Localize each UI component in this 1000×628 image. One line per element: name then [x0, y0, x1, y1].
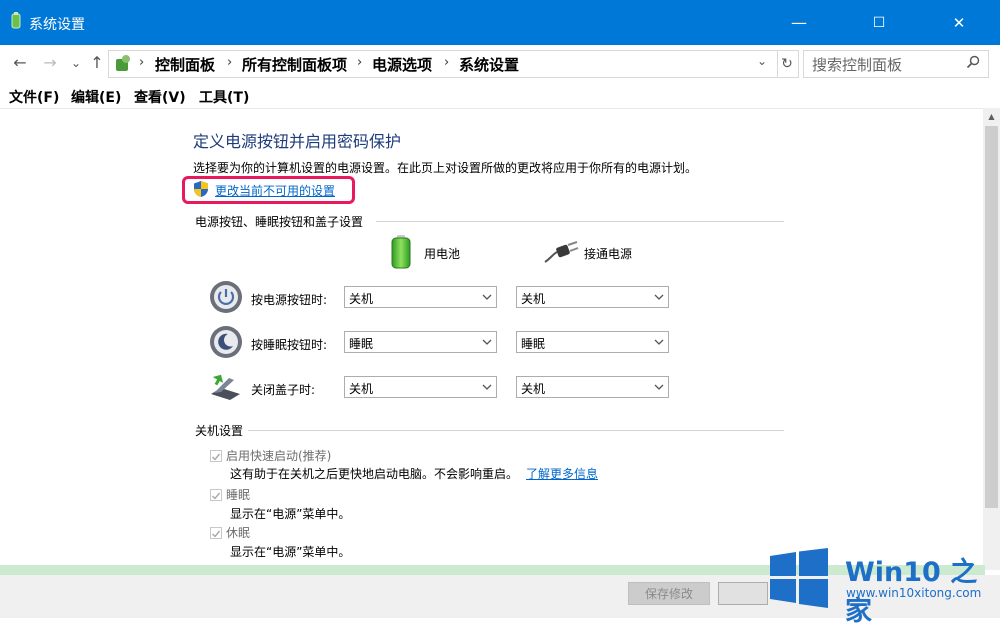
uac-shield-icon	[194, 181, 208, 197]
laptop-lid-icon	[211, 374, 240, 400]
scrollbar-thumb[interactable]	[985, 126, 998, 508]
battery-column-label: 用电池	[424, 247, 461, 261]
forward-button[interactable]: →	[40, 52, 60, 74]
fast-startup-label: 启用快速启动(推荐)	[226, 449, 332, 463]
select-value: 睡眠	[349, 337, 374, 351]
breadcrumb-all-items[interactable]: 所有控制面板项	[242, 54, 347, 75]
menu-view[interactable]: 查看(V)	[134, 87, 186, 107]
chevron-down-icon	[482, 339, 492, 345]
sleep-button-label: 按睡眠按钮时:	[251, 338, 328, 352]
status-band	[0, 565, 985, 575]
minimize-button[interactable]: —	[776, 0, 822, 45]
checkmark-icon	[212, 492, 221, 500]
arrow-right-icon: →	[43, 53, 57, 72]
power-button-label: 按电源按钮时:	[251, 293, 328, 307]
sleep-button-icon	[210, 326, 242, 358]
chevron-down-icon	[482, 294, 492, 300]
title-bar	[0, 0, 1000, 45]
breadcrumb-control-panel[interactable]: 控制面板	[155, 54, 215, 75]
sleep-option-description: 显示在“电源”菜单中。	[230, 507, 351, 521]
power-button-battery-select[interactable]: 关机	[344, 286, 497, 308]
breadcrumb-separator: ›	[357, 55, 363, 70]
sleep-button-plugged-select[interactable]: 睡眠	[516, 331, 669, 353]
page-description: 选择要为你的计算机设置的电源设置。在此页上对设置所做的更改将应用于你所有的电源计…	[193, 161, 698, 175]
close-button[interactable]: ✕	[936, 0, 982, 45]
select-value: 睡眠	[521, 337, 546, 351]
sleep-button-battery-select[interactable]: 睡眠	[344, 331, 497, 353]
select-value: 关机	[349, 292, 374, 306]
menu-tools[interactable]: 工具(T)	[199, 87, 249, 107]
chevron-down-icon	[654, 339, 664, 345]
section-divider	[248, 430, 784, 431]
window-title: 系统设置	[29, 17, 85, 33]
battery-icon	[391, 235, 411, 269]
chevron-down-icon: ⌄	[70, 56, 82, 70]
recent-locations-button[interactable]: ⌄	[66, 52, 86, 74]
breadcrumb-separator: ›	[227, 55, 233, 70]
address-dropdown-icon[interactable]: ⌄	[757, 54, 767, 68]
sleep-option-label: 睡眠	[226, 488, 251, 502]
section-shutdown-header: 关机设置	[195, 424, 244, 438]
checkmark-icon	[212, 530, 221, 538]
refresh-button[interactable]: ↻	[776, 50, 799, 78]
breadcrumb-separator: ›	[139, 55, 145, 70]
win10-logo	[770, 548, 828, 608]
plugged-in-column-label: 接通电源	[584, 247, 633, 261]
chevron-down-icon	[654, 384, 664, 390]
search-placeholder: 搜索控制面板	[812, 56, 903, 74]
menu-edit[interactable]: 编辑(E)	[71, 87, 121, 107]
hibernate-option-description: 显示在“电源”菜单中。	[230, 545, 351, 559]
menu-file[interactable]: 文件(F)	[9, 87, 59, 107]
section-divider	[376, 221, 784, 222]
minimize-icon: —	[791, 13, 807, 32]
back-button[interactable]: ←	[10, 52, 30, 74]
chevron-down-icon	[482, 384, 492, 390]
arrow-left-icon: ←	[13, 53, 27, 72]
power-options-icon	[11, 12, 21, 29]
up-button[interactable]: ↑	[87, 52, 107, 74]
change-unavailable-settings-link[interactable]: 更改当前不可用的设置	[215, 182, 335, 199]
arrow-up-icon: ↑	[90, 53, 104, 72]
hibernate-checkbox[interactable]	[210, 527, 222, 539]
checkmark-icon	[212, 453, 221, 461]
power-plug-icon	[544, 241, 579, 263]
select-value: 关机	[521, 292, 546, 306]
select-value: 关机	[349, 382, 374, 396]
watermark-url: www.win10xitong.com	[846, 586, 982, 600]
lid-close-label: 关闭盖子时:	[251, 383, 316, 397]
breadcrumb-power-options[interactable]: 电源选项	[372, 54, 432, 75]
lid-close-battery-select[interactable]: 关机	[344, 376, 497, 398]
save-changes-button[interactable]: 保存修改	[628, 582, 710, 605]
section-buttons-header: 电源按钮、睡眠按钮和盖子设置	[195, 215, 364, 229]
learn-more-link[interactable]: 了解更多信息	[526, 465, 598, 482]
fast-startup-checkbox[interactable]	[210, 450, 222, 462]
chevron-down-icon	[654, 294, 664, 300]
sleep-checkbox[interactable]	[210, 489, 222, 501]
search-icon[interactable]	[966, 55, 980, 69]
maximize-icon: ☐	[872, 14, 886, 31]
breadcrumb-system-settings[interactable]: 系统设置	[459, 54, 519, 75]
scroll-up-arrow-icon[interactable]: ▲	[983, 108, 1000, 125]
select-value: 关机	[521, 382, 546, 396]
page-title: 定义电源按钮并启用密码保护	[193, 132, 402, 151]
control-panel-icon	[116, 55, 130, 71]
cancel-button[interactable]	[718, 582, 768, 605]
breadcrumb-separator: ›	[444, 55, 450, 70]
fast-startup-description: 这有助于在关机之后更快地启动电脑。不会影响重启。	[230, 467, 519, 481]
close-icon: ✕	[952, 13, 966, 32]
hibernate-option-label: 休眠	[226, 526, 251, 540]
maximize-button[interactable]: ☐	[856, 0, 902, 45]
power-button-icon	[210, 281, 242, 313]
power-button-plugged-select[interactable]: 关机	[516, 286, 669, 308]
lid-close-plugged-select[interactable]: 关机	[516, 376, 669, 398]
refresh-icon: ↻	[781, 56, 793, 72]
